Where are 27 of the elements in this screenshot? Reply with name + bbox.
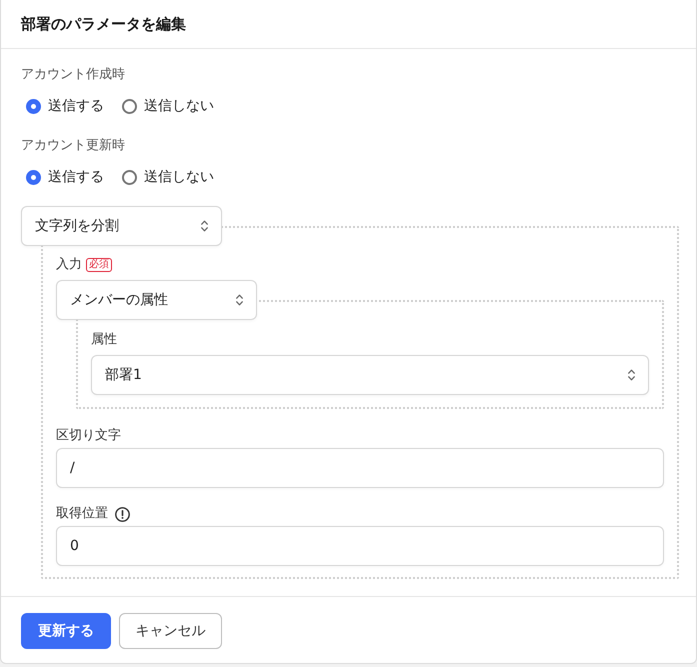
chevron-updown-icon — [236, 294, 243, 306]
section-label: アカウント作成時 — [21, 66, 126, 84]
radio-checked-icon[interactable] — [26, 170, 41, 184]
field-label: 入力 — [56, 256, 82, 274]
input-field[interactable]: 0 — [56, 526, 664, 566]
radio-unchecked-icon[interactable] — [122, 170, 137, 184]
chevron-updown-icon — [628, 369, 635, 381]
update-button[interactable]: 更新する — [21, 613, 111, 649]
cancel-button[interactable]: キャンセル — [119, 613, 222, 649]
input-field[interactable]: / — [56, 448, 664, 488]
field-label: 取得位置 — [56, 505, 108, 523]
field-label: 区切り文字 — [56, 427, 121, 445]
dialog-title: 部署のパラメータを編集 — [21, 14, 186, 34]
chevron-updown-icon — [201, 220, 208, 232]
radio-option[interactable]: 送信しない — [122, 97, 214, 115]
radio-option[interactable]: 送信しない — [122, 168, 214, 186]
radio-unchecked-icon[interactable] — [122, 98, 137, 114]
function-select[interactable]: 文字列を分割 — [21, 206, 222, 246]
info-icon[interactable] — [115, 506, 130, 522]
radio-checked-icon[interactable] — [26, 98, 41, 114]
attribute-select[interactable]: 部署1 — [91, 355, 649, 395]
radio-option[interactable]: 送信する — [26, 168, 104, 186]
field-label: 属性 — [91, 331, 117, 349]
section-label: アカウント更新時 — [21, 137, 126, 155]
radio-option[interactable]: 送信する — [26, 97, 104, 115]
required-badge: 必須 — [86, 258, 112, 272]
input-source-select[interactable]: メンバーの属性 — [56, 280, 257, 320]
